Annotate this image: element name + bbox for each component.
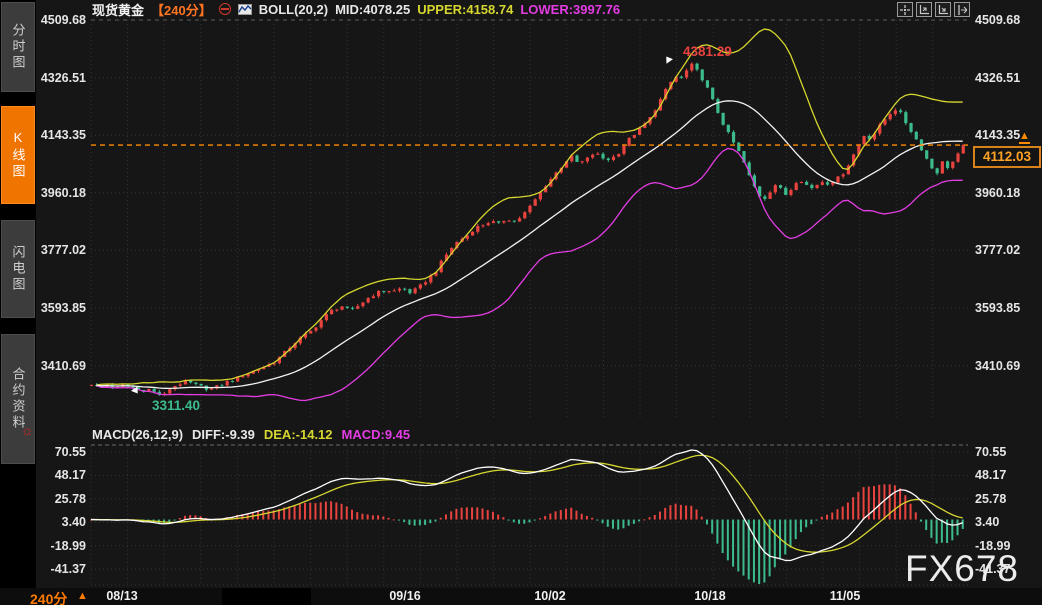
- macd-axis-label-right: 48.17: [975, 468, 1006, 482]
- footer-period-label[interactable]: 240分: [30, 589, 67, 605]
- macd-axis-label-right: 70.55: [975, 445, 1006, 459]
- macd-axis-label-right: 3.40: [975, 515, 999, 529]
- sidebar-tab-kline[interactable]: K线图: [1, 106, 35, 204]
- connection-status-icon: ☼: [21, 422, 34, 438]
- boll-indicator-label: BOLL(20,2): [259, 2, 328, 17]
- main-axis-label-left: 3410.69: [34, 359, 86, 373]
- boll-lower-value: LOWER:3997.76: [520, 2, 620, 17]
- zoom-out-axis-icon[interactable]: [916, 2, 932, 17]
- sidebar-tab-lightning[interactable]: 闪电图: [1, 220, 35, 318]
- main-axis-label-right: 3777.02: [975, 243, 1020, 257]
- minus-circle-icon[interactable]: [219, 3, 231, 15]
- macd-axis-label-left: 48.17: [34, 468, 86, 482]
- date-label: 08/13: [100, 589, 144, 603]
- sidebar: 分时图 K线图 闪电图 合约资料: [0, 0, 36, 605]
- sidebar-tab-contract-info[interactable]: 合约资料: [1, 334, 35, 464]
- date-label: 10/02: [528, 589, 572, 603]
- scrollbar-blackout-box[interactable]: [222, 588, 311, 605]
- macd-indicator-label: MACD(26,12,9): [92, 427, 183, 442]
- boll-upper-value: UPPER:4158.74: [417, 2, 513, 17]
- period-label: 【240分】: [151, 0, 212, 19]
- date-axis-bar: [0, 588, 1042, 605]
- main-axis-label-right: 4509.68: [975, 13, 1020, 27]
- price-chart-canvas[interactable]: [0, 0, 1042, 605]
- macd-axis-label-left: 70.55: [34, 445, 86, 459]
- date-label: 09/16: [383, 589, 427, 603]
- high-price-annotation: 4381.29: [683, 44, 732, 59]
- current-price-tag[interactable]: 4112.03: [973, 146, 1041, 168]
- main-axis-label-left: 3777.02: [34, 243, 86, 257]
- low-price-annotation: 3311.40: [152, 398, 200, 413]
- macd-axis-label-right: 25.78: [975, 492, 1006, 506]
- zoom-in-axis-icon[interactable]: [935, 2, 951, 17]
- macd-axis-label-left: -41.37: [34, 562, 86, 576]
- macd-header: MACD(26,12,9) DIFF:-9.39 DEA:-14.12 MACD…: [92, 427, 410, 442]
- main-axis-label-right: 3593.85: [975, 301, 1020, 315]
- main-axis-label-left: 4326.51: [34, 71, 86, 85]
- date-label: 11/05: [823, 589, 867, 603]
- chart-header: 现货黄金 【240分】 BOLL(20,2) MID:4078.25 UPPER…: [92, 1, 620, 17]
- main-axis-label-right: 4326.51: [975, 71, 1020, 85]
- main-axis-label-right: 3410.69: [975, 359, 1020, 373]
- main-axis-label-right: 3960.18: [975, 186, 1020, 200]
- footer-period-up-icon[interactable]: ▲: [77, 590, 88, 602]
- sidebar-tab-timeline[interactable]: 分时图: [1, 2, 35, 92]
- macd-axis-label-left: -18.99: [34, 539, 86, 553]
- watermark: FX678: [905, 548, 1019, 590]
- macd-axis-label-left: 3.40: [34, 515, 86, 529]
- main-axis-label-left: 3960.18: [34, 186, 86, 200]
- chart-application: 分时图 K线图 闪电图 合约资料 ☼ 现货黄金 【240分】 BOLL(20,2…: [0, 0, 1042, 605]
- chart-toolbar: [897, 2, 970, 17]
- symbol-title: 现货黄金: [92, 0, 144, 19]
- date-label: 10/18: [688, 589, 732, 603]
- exit-chart-icon[interactable]: [954, 2, 970, 17]
- main-axis-label-left: 4509.68: [34, 13, 86, 27]
- macd-dea-value: DEA:-14.12: [264, 427, 333, 442]
- main-axis-label-left: 3593.85: [34, 301, 86, 315]
- indicator-chart-icon[interactable]: [238, 4, 252, 15]
- macd-diff-value: DIFF:-9.39: [192, 427, 255, 442]
- main-axis-label-left: 4143.35: [34, 128, 86, 142]
- crosshair-icon[interactable]: [897, 2, 913, 17]
- price-up-arrow-icon: ▲: [1019, 131, 1030, 144]
- main-axis-label-right: 4143.35: [975, 128, 1020, 142]
- boll-mid-value: MID:4078.25: [335, 2, 410, 17]
- macd-axis-label-left: 25.78: [34, 492, 86, 506]
- macd-macd-value: MACD:9.45: [342, 427, 411, 442]
